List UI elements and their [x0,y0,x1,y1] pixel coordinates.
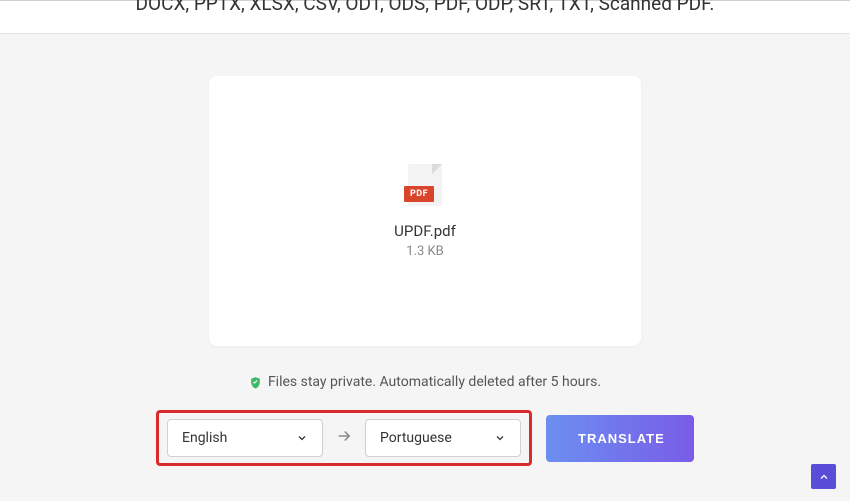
file-upload-card[interactable]: PDF UPDF.pdf 1.3 KB [209,76,641,346]
language-selector-group: English Portuguese [156,410,532,466]
source-language-value: English [182,430,227,446]
file-name: UPDF.pdf [394,222,456,240]
source-language-select[interactable]: English [167,419,323,457]
privacy-text: Files stay private. Automatically delete… [268,374,601,390]
file-icon-wrap: PDF [406,164,444,210]
pdf-file-icon: PDF [406,164,444,210]
target-language-value: Portuguese [380,430,452,446]
privacy-notice: Files stay private. Automatically delete… [249,374,601,390]
target-language-select[interactable]: Portuguese [365,419,521,457]
scroll-to-top-button[interactable] [811,464,836,489]
file-size: 1.3 KB [406,244,444,259]
controls-row: English Portuguese [156,410,694,466]
chevron-down-icon [296,432,308,444]
main-content: PDF UPDF.pdf 1.3 KB Files stay private. … [0,34,850,466]
arrow-right-icon [333,427,355,450]
chevron-down-icon [494,432,506,444]
header-bar: DOCX, PPTX, XLSX, CSV, ODT, ODS, PDF, OD… [0,0,850,34]
supported-formats-text: DOCX, PPTX, XLSX, CSV, ODT, ODS, PDF, OD… [0,0,850,15]
shield-icon [249,376,262,389]
translate-button[interactable]: TRANSLATE [546,415,694,462]
chevron-up-icon [818,471,830,483]
pdf-badge: PDF [404,186,434,202]
